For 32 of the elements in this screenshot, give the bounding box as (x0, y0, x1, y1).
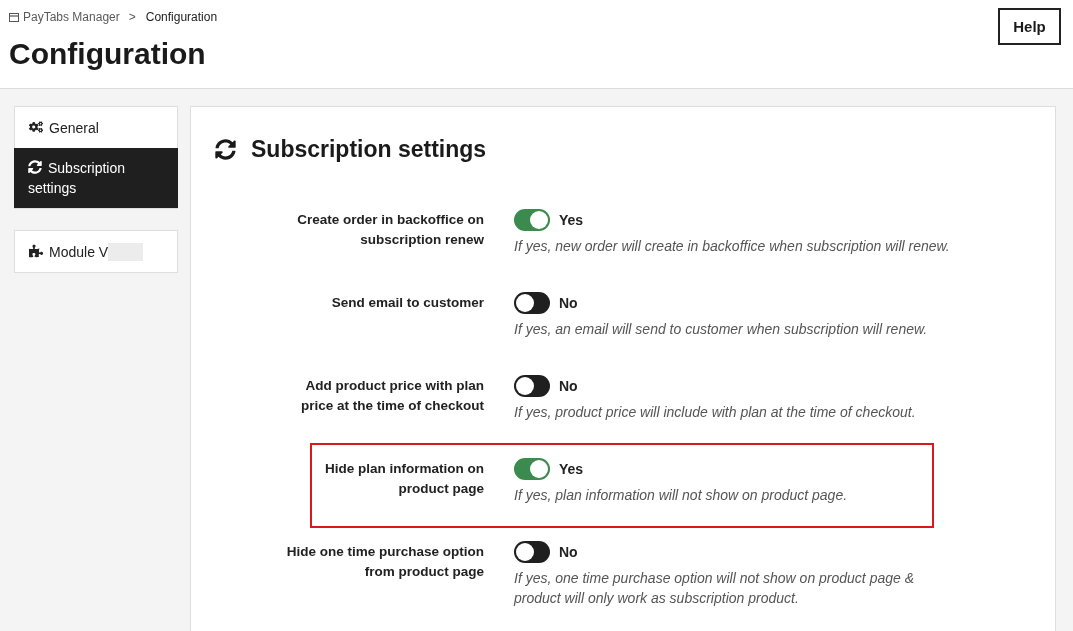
breadcrumb-separator: > (128, 10, 136, 24)
setting-label: Send email to customer (330, 294, 484, 312)
toggle-switch[interactable] (514, 375, 550, 397)
puzzle-piece-icon (29, 243, 43, 258)
gears-icon (29, 119, 43, 134)
help-button[interactable]: Help (998, 8, 1061, 45)
sidebar-tab[interactable]: Subscription settings (14, 148, 178, 208)
sync-icon (28, 160, 42, 174)
toggle-state-label: No (559, 378, 578, 394)
setting-label: Hide one time purchase option from product page (285, 543, 484, 581)
setting-label: Add product price with plan price at the time of checkout (299, 377, 484, 415)
setting-help-text: If yes, plan information will not show on product page. (514, 486, 849, 505)
toggle-switch[interactable] (514, 209, 550, 231)
breadcrumb-link[interactable]: PayTabs Manager (23, 10, 120, 24)
setting-help-text: If yes, one time purchase option will not show on product page & product will only work as subscription product. (514, 569, 915, 608)
setting-help-text: If yes, new order will create in backoffice when subscription will renew. (514, 237, 951, 256)
section-title: Subscription settings (251, 135, 487, 164)
current-page-text: Configuration (145, 10, 218, 24)
toggle-switch[interactable] (514, 458, 550, 480)
toggle-state-label: Yes (559, 461, 584, 477)
toggle-state-label: Yes (559, 212, 584, 228)
setting-label: Create order in backoffice on subscription renew (296, 211, 484, 249)
setting-label: Hide plan information on product page (324, 460, 484, 498)
setting-help-text: If yes, product price will include with plan at the time of checkout. (514, 403, 917, 422)
toggle-state-label: No (559, 544, 578, 560)
page-title: Configuration (9, 36, 207, 72)
setting-help-text: If yes, an email will send to customer when subscription will renew. (514, 320, 929, 339)
toggle-switch[interactable] (514, 541, 550, 563)
toggle-state-label: No (559, 295, 578, 311)
sync-icon (215, 138, 236, 160)
toggle-switch[interactable] (514, 292, 550, 314)
window-icon (9, 12, 19, 22)
